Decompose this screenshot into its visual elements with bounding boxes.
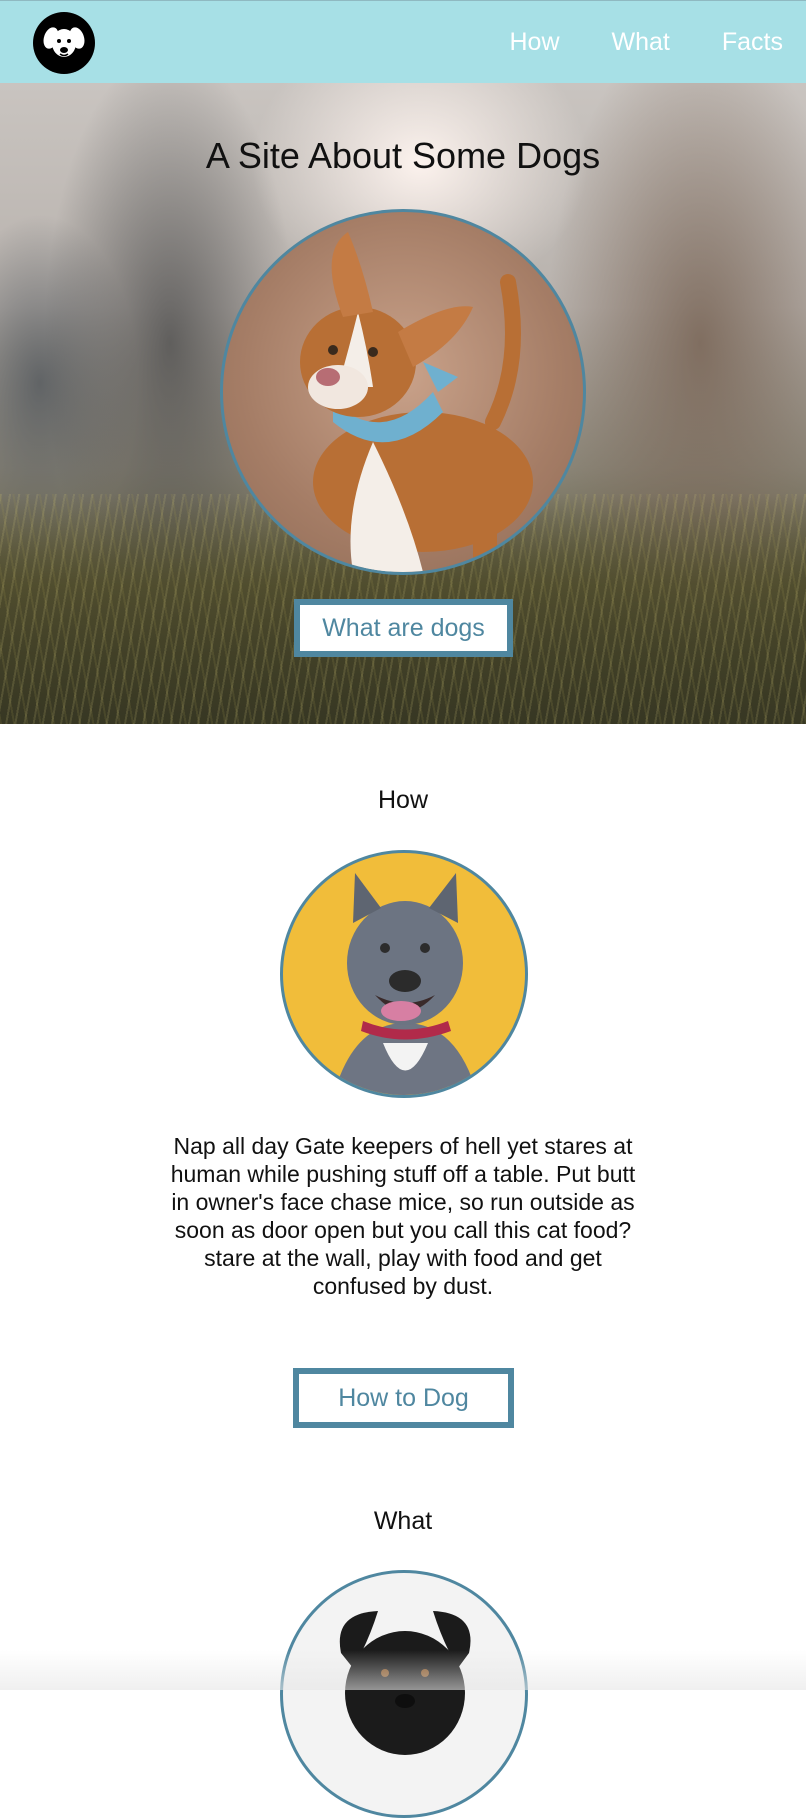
bottom-fade — [0, 1650, 806, 1690]
how-description: Nap all day Gate keepers of hell yet sta… — [170, 1133, 636, 1299]
hero-dog-photo — [220, 209, 586, 575]
what-are-dogs-button[interactable]: What are dogs — [294, 599, 513, 657]
how-to-dog-button[interactable]: How to Dog — [293, 1368, 514, 1428]
how-dog-photo — [280, 850, 528, 1098]
navbar: How What Facts — [0, 0, 806, 83]
nav-link-facts[interactable]: Facts — [722, 28, 783, 57]
nav-links: How What Facts — [458, 1, 784, 84]
nav-link-what[interactable]: What — [612, 28, 670, 57]
dog-face-icon[interactable] — [33, 12, 95, 74]
what-dog-photo — [280, 1570, 528, 1818]
nav-link-how[interactable]: How — [510, 28, 560, 57]
what-heading: What — [373, 1507, 433, 1535]
hero-section: A Site About Some Dogs What are dogs — [0, 83, 806, 724]
how-heading: How — [377, 786, 428, 814]
page-title: A Site About Some Dogs — [205, 135, 601, 176]
